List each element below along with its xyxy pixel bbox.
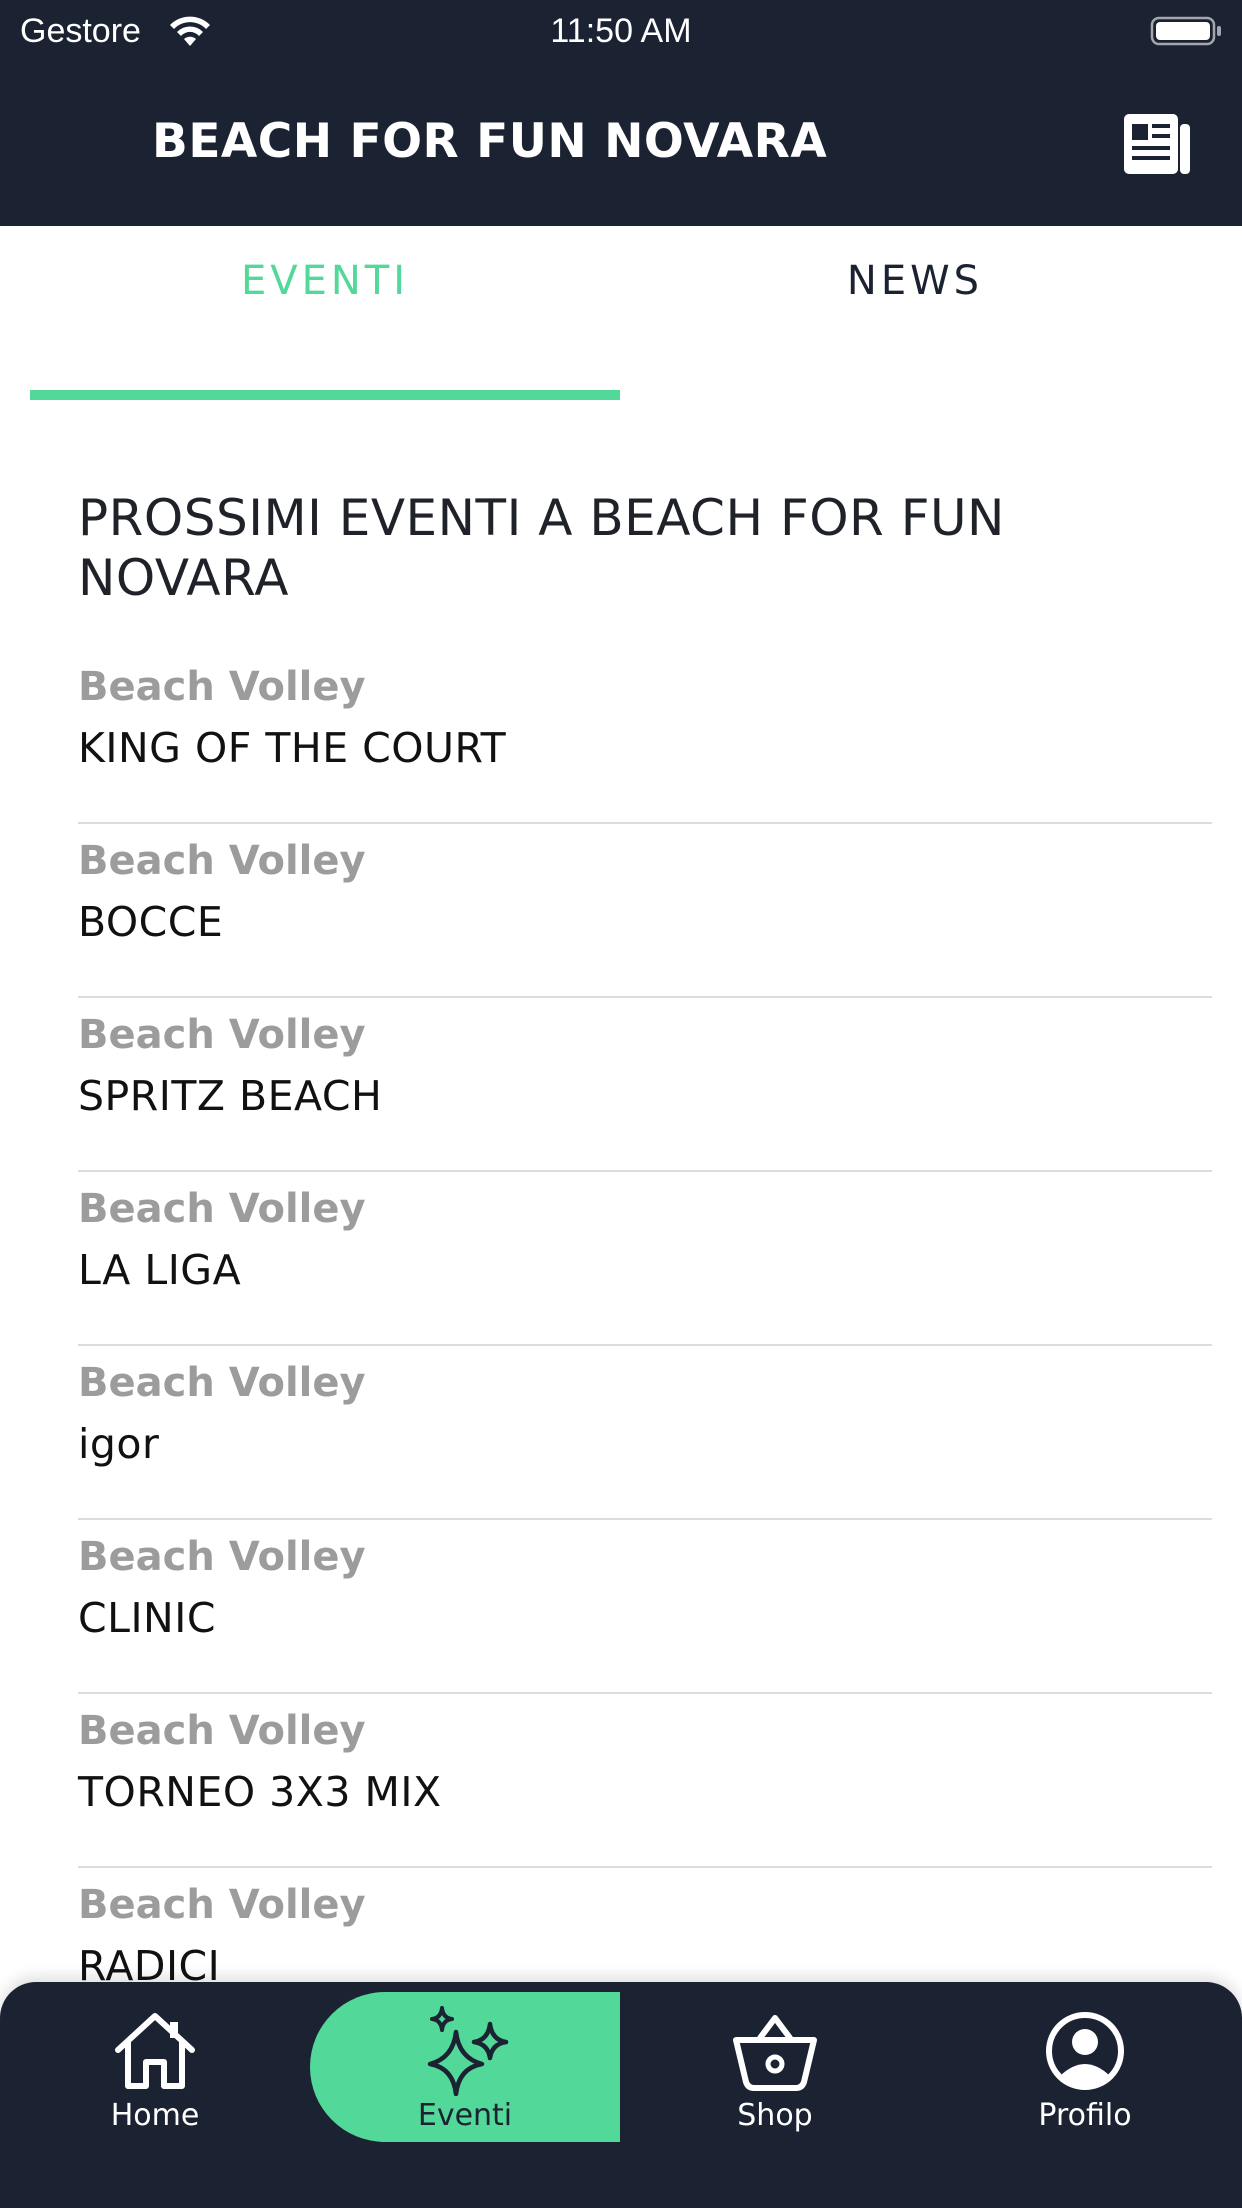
profile-icon [1046,2012,1124,2090]
event-category: Beach Volley [78,838,366,884]
tabbar-label: Profilo [1038,2098,1132,2133]
tabbar-eventi[interactable]: Eventi [310,1992,620,2142]
list-item[interactable]: Beach Volley igor [78,1346,1212,1520]
status-bar: Gestore 11:50 AM [0,0,1242,62]
segment-tabs: EVENTI NEWS [0,226,1242,406]
list-item[interactable]: Beach Volley CLINIC [78,1520,1212,1694]
event-category: Beach Volley [78,1882,366,1928]
status-time: 11:50 AM [550,12,692,50]
app-header: BEACH FOR FUN NOVARA [0,62,1242,226]
event-name: KING OF THE COURT [78,724,507,772]
event-category: Beach Volley [78,1186,366,1232]
tabbar-label: Shop [737,2098,813,2133]
event-name: BOCCE [78,898,224,946]
list-item[interactable]: Beach Volley BOCCE [78,824,1212,998]
event-name: SPRITZ BEACH [78,1072,383,1120]
tabbar-label: Home [110,2098,200,2133]
list-item[interactable]: Beach Volley LA LIGA [78,1172,1212,1346]
active-tab-indicator [30,390,620,400]
event-list: Beach Volley KING OF THE COURT Beach Vol… [78,650,1212,2042]
event-name: TORNEO 3X3 MIX [78,1768,442,1816]
page-title: BEACH FOR FUN NOVARA [152,114,828,169]
list-item[interactable]: Beach Volley SPRITZ BEACH [78,998,1212,1172]
tabbar-shop[interactable]: Shop [620,1992,930,2142]
event-category: Beach Volley [78,1360,366,1406]
event-name: LA LIGA [78,1246,242,1294]
list-item[interactable]: Beach Volley TORNEO 3X3 MIX [78,1694,1212,1868]
section-title: PROSSIMI EVENTI A BEACH FOR FUN NOVARA [78,489,1005,607]
tabbar-home[interactable]: Home [0,1992,310,2142]
battery-icon [1150,16,1221,46]
event-category: Beach Volley [78,1708,366,1754]
event-name: igor [78,1420,160,1468]
basket-icon [733,2015,817,2091]
home-icon [115,2013,195,2089]
bottom-tab-bar: Home Eventi Shop Profilo [0,1982,1242,2208]
sparkles-icon [427,2006,509,2096]
tab-eventi[interactable]: EVENTI [30,226,620,402]
event-category: Beach Volley [78,664,366,710]
list-item[interactable]: Beach Volley KING OF THE COURT [78,650,1212,824]
event-category: Beach Volley [78,1012,366,1058]
event-category: Beach Volley [78,1534,366,1580]
tab-news[interactable]: NEWS [620,226,1210,402]
tabbar-label: Eventi [417,2098,513,2133]
tabbar-profilo[interactable]: Profilo [930,1992,1240,2142]
event-name: CLINIC [78,1594,216,1642]
newspaper-icon[interactable] [1124,110,1192,176]
